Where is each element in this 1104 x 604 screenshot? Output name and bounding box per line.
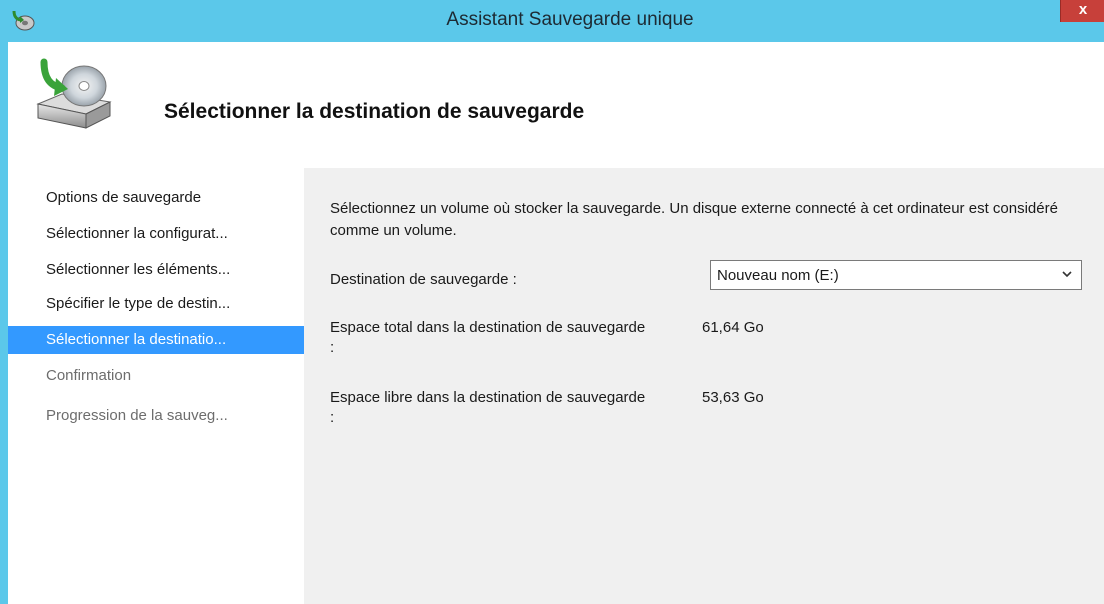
- step-select-items[interactable]: Sélectionner les éléments...: [8, 256, 304, 284]
- total-space-label: Espace total dans la destination de sauv…: [330, 319, 646, 356]
- destination-label: Destination de sauvegarde :: [330, 271, 517, 288]
- free-space-label: Espace libre dans la destination de sauv…: [330, 389, 646, 426]
- page-title: Sélectionner la destination de sauvegard…: [164, 100, 585, 123]
- destination-dropdown[interactable]: Nouveau nom (E:): [710, 260, 1082, 290]
- destination-selected-value: Nouveau nom (E:): [717, 267, 839, 284]
- step-backup-progress: Progression de la sauveg...: [46, 407, 228, 424]
- step-select-destination[interactable]: Sélectionner la destinatio...: [8, 326, 304, 354]
- window-title: Assistant Sauvegarde unique: [446, 9, 694, 30]
- free-space-value: 53,63 Go: [702, 389, 764, 406]
- title-bar: Assistant Sauvegarde unique x: [0, 0, 1104, 42]
- step-confirmation: Confirmation: [46, 367, 132, 384]
- content-pane: Sélectionnez un volume où stocker la sau…: [304, 168, 1104, 604]
- close-button[interactable]: x: [1060, 0, 1104, 22]
- description-text: Sélectionnez un volume où stocker la sau…: [330, 200, 1058, 239]
- wizard-steps: Options de sauvegarde Sélectionner la co…: [8, 168, 304, 604]
- step-backup-options[interactable]: Options de sauvegarde: [8, 184, 304, 212]
- step-destination-type[interactable]: Spécifier le type de destin...: [8, 290, 304, 318]
- backup-disk-icon: [36, 58, 112, 129]
- wizard-header: Sélectionner la destination de sauvegard…: [8, 42, 1104, 168]
- chevron-down-icon: [1062, 271, 1072, 278]
- total-space-value: 61,64 Go: [702, 319, 764, 336]
- wizard-window: Sélectionner la destination de sauvegard…: [8, 42, 1104, 604]
- step-select-configuration[interactable]: Sélectionner la configurat...: [8, 220, 304, 248]
